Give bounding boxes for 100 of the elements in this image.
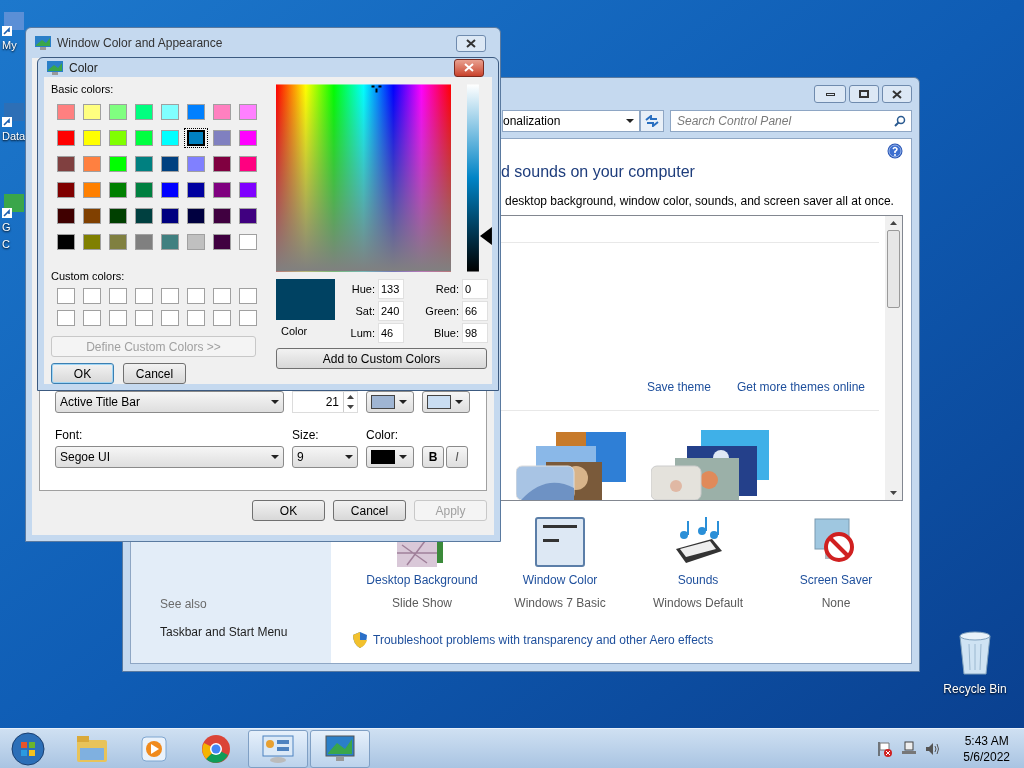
custom-color-slot[interactable]: [135, 288, 153, 304]
refresh-button[interactable]: [640, 110, 664, 132]
taskbar-button[interactable]: [310, 729, 370, 768]
color-swatch[interactable]: [135, 181, 153, 198]
color-swatch[interactable]: [57, 155, 75, 172]
custom-color-slot[interactable]: [239, 310, 257, 326]
value-field[interactable]: 98: [462, 323, 488, 343]
color-swatch[interactable]: [187, 207, 205, 224]
color-swatch[interactable]: [239, 129, 257, 146]
setting-link[interactable]: Window Color: [522, 571, 598, 589]
color-swatch[interactable]: [161, 207, 179, 224]
theme-link[interactable]: Save theme: [646, 378, 711, 396]
custom-color-slot[interactable]: [161, 288, 179, 304]
color-swatch[interactable]: [109, 155, 127, 172]
recycle-bin-icon[interactable]: [957, 630, 993, 676]
close-button[interactable]: [454, 58, 484, 77]
flag-icon[interactable]: [877, 740, 894, 757]
close-button[interactable]: [456, 34, 486, 52]
color-swatch[interactable]: [135, 103, 153, 120]
color-swatch[interactable]: [239, 233, 257, 250]
color-swatch[interactable]: [57, 207, 75, 224]
shortcut-icon[interactable]: [2, 12, 24, 36]
color-swatch[interactable]: [161, 155, 179, 172]
color-swatch[interactable]: [135, 207, 153, 224]
custom-color-slot[interactable]: [57, 310, 75, 326]
color-swatch[interactable]: [187, 233, 205, 250]
color-swatch[interactable]: [109, 207, 127, 224]
luminance-bar[interactable]: [467, 84, 480, 272]
color-swatch[interactable]: [83, 103, 101, 120]
custom-color-slot[interactable]: [83, 288, 101, 304]
close-button[interactable]: [882, 85, 912, 103]
custom-color-slot[interactable]: [239, 288, 257, 304]
start-button[interactable]: [8, 730, 48, 767]
scrollbar[interactable]: [885, 216, 902, 500]
color-swatch[interactable]: [57, 181, 75, 198]
custom-color-slot[interactable]: [109, 310, 127, 326]
color-swatch[interactable]: [239, 155, 257, 172]
font-dropdown[interactable]: Segoe UI: [55, 446, 284, 468]
address-bar[interactable]: onalization: [502, 110, 641, 132]
color-swatch[interactable]: [109, 233, 127, 250]
taskbar-link[interactable]: Taskbar and Start Menu: [160, 623, 331, 641]
theme-link[interactable]: Get more themes online: [736, 378, 865, 396]
troubleshoot-link[interactable]: Troubleshoot problems with transparency and other Aero effects: [373, 631, 714, 649]
dialog-button[interactable]: Cancel: [123, 363, 186, 384]
color-swatch[interactable]: [83, 207, 101, 224]
color-swatch[interactable]: [161, 233, 179, 250]
color-swatch[interactable]: [57, 233, 75, 250]
dialog-button[interactable]: OK: [51, 363, 114, 384]
dialog-button[interactable]: OK: [252, 500, 325, 521]
color-swatch[interactable]: [239, 103, 257, 120]
font-color-dropdown[interactable]: [366, 446, 414, 468]
color-swatch[interactable]: [239, 207, 257, 224]
item-dropdown[interactable]: Active Title Bar: [55, 391, 284, 413]
color-swatch[interactable]: [213, 103, 231, 120]
custom-color-slot[interactable]: [187, 288, 205, 304]
value-field[interactable]: 46: [378, 323, 404, 343]
custom-color-slot[interactable]: [83, 310, 101, 326]
color-swatch[interactable]: [83, 181, 101, 198]
custom-color-slot[interactable]: [187, 310, 205, 326]
custom-color-slot[interactable]: [213, 310, 231, 326]
color-swatch[interactable]: [161, 129, 179, 146]
color-swatch[interactable]: [135, 129, 153, 146]
color-swatch[interactable]: [135, 233, 153, 250]
bold-button[interactable]: B: [422, 446, 444, 468]
value-field[interactable]: 66: [462, 301, 488, 321]
color-dropdown[interactable]: [422, 391, 470, 413]
color-swatch[interactable]: [109, 129, 127, 146]
value-field[interactable]: 240: [378, 301, 404, 321]
color-swatch[interactable]: [187, 129, 205, 146]
italic-button[interactable]: I: [446, 446, 468, 468]
custom-color-slot[interactable]: [161, 310, 179, 326]
custom-color-slot[interactable]: [135, 310, 153, 326]
color-swatch[interactable]: [213, 181, 231, 198]
help-icon[interactable]: [887, 143, 903, 159]
scroll-thumb[interactable]: [887, 230, 900, 308]
font-size-dropdown[interactable]: 9: [292, 446, 358, 468]
color-swatch[interactable]: [213, 155, 231, 172]
color-swatch[interactable]: [239, 181, 257, 198]
color-swatch[interactable]: [213, 233, 231, 250]
search-field[interactable]: Search Control Panel: [670, 110, 912, 132]
setting-link[interactable]: Sounds: [677, 571, 719, 589]
setting-link[interactable]: Screen Saver: [799, 571, 873, 589]
maximize-button[interactable]: [849, 85, 879, 103]
shortcut-icon[interactable]: [2, 103, 24, 127]
add-custom-color-button[interactable]: Add to Custom Colors: [276, 348, 487, 369]
color-swatch[interactable]: [109, 103, 127, 120]
value-field[interactable]: 133: [378, 279, 404, 299]
color-swatch[interactable]: [83, 155, 101, 172]
custom-color-slot[interactable]: [213, 288, 231, 304]
color-swatch[interactable]: [57, 129, 75, 146]
color-swatch[interactable]: [83, 233, 101, 250]
color-swatch[interactable]: [213, 207, 231, 224]
color-swatch[interactable]: [109, 181, 127, 198]
custom-color-slot[interactable]: [57, 288, 75, 304]
color-swatch[interactable]: [57, 103, 75, 120]
color-swatch[interactable]: [187, 155, 205, 172]
setting-link[interactable]: Desktop Background: [366, 571, 478, 589]
luminance-arrow-icon[interactable]: [480, 227, 492, 245]
color-swatch[interactable]: [161, 181, 179, 198]
color-swatch[interactable]: [187, 181, 205, 198]
